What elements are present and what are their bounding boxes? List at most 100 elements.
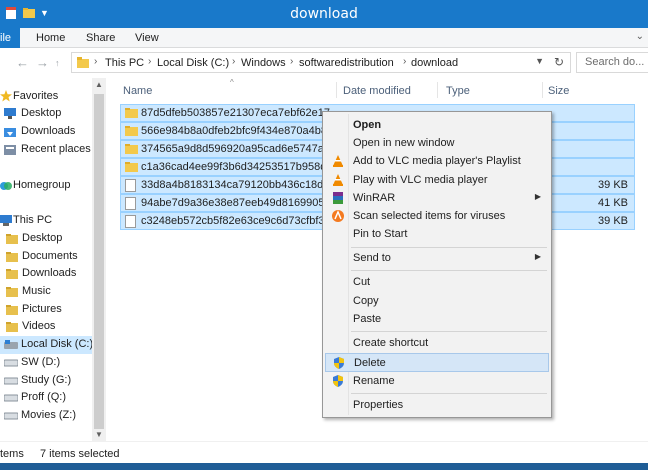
breadcrumb-this-pc[interactable]: This PC	[105, 57, 144, 69]
forward-icon[interactable]: →	[36, 55, 49, 70]
menu-separator	[351, 270, 547, 271]
menu-item-delete[interactable]: Delete	[325, 353, 549, 372]
tab-home[interactable]: Home	[36, 32, 65, 44]
nav-favorites[interactable]: Favorites	[0, 88, 92, 106]
file-size: 39 KB	[598, 215, 628, 227]
vlc-icon	[333, 155, 343, 167]
file-icon	[125, 215, 136, 228]
folder-icon	[125, 144, 138, 154]
tab-view[interactable]: View	[135, 32, 159, 44]
menu-item-create-shortcut[interactable]: Create shortcut	[325, 334, 549, 353]
scroll-up-icon[interactable]: ▲	[95, 80, 103, 89]
breadcrumb-separator[interactable]: ›	[232, 56, 235, 67]
menu-separator	[351, 393, 547, 394]
column-divider[interactable]	[437, 82, 438, 98]
status-items-count: tems	[0, 448, 24, 460]
menu-item-copy[interactable]: Copy	[325, 292, 549, 311]
address-history-icon[interactable]: ▼	[535, 56, 544, 66]
computer-icon	[0, 215, 12, 226]
nav-music[interactable]: Music	[0, 283, 92, 301]
nav-study-g[interactable]: Study (G:)	[0, 372, 92, 390]
recent-icon	[4, 145, 16, 155]
file-name: 566e984b8a0dfeb2bfc9f434e870a4b8	[141, 125, 327, 137]
folder-icon	[125, 162, 138, 172]
scrollbar-thumb[interactable]	[94, 94, 104, 429]
file-size: 41 KB	[598, 197, 628, 209]
avast-icon	[332, 210, 344, 222]
expand-ribbon-icon[interactable]: ⌄	[636, 31, 644, 42]
nav-downloads[interactable]: Downloads	[0, 265, 92, 283]
downloads-icon	[4, 128, 16, 137]
column-divider[interactable]	[336, 82, 337, 98]
breadcrumb-windows[interactable]: Windows	[241, 57, 286, 69]
nav-sw-d[interactable]: SW (D:)	[0, 354, 92, 372]
menu-item-paste[interactable]: Paste	[325, 310, 549, 329]
file-name: 94abe7d9a36e38e87eeb49d81699059df18	[141, 197, 353, 209]
nav-recent-places[interactable]: Recent places	[0, 141, 92, 159]
shield-icon	[333, 375, 343, 387]
folder-icon	[125, 126, 138, 136]
menu-item-rename[interactable]: Rename	[325, 372, 549, 391]
tab-share[interactable]: Share	[86, 32, 115, 44]
nav-this-pc[interactable]: This PC	[0, 212, 92, 230]
breadcrumb-separator[interactable]: ›	[148, 56, 151, 67]
nav-desktop[interactable]: Desktop	[0, 230, 92, 248]
column-type[interactable]: Type	[446, 85, 470, 97]
status-bar: tems 7 items selected	[0, 441, 648, 463]
address-bar[interactable]: › This PC › Local Disk (C:) › Windows › …	[71, 52, 571, 73]
status-selected: 7 items selected	[40, 448, 120, 460]
column-date-modified[interactable]: Date modified	[343, 85, 411, 97]
column-name[interactable]: Name	[123, 85, 152, 97]
navigation-pane: Favorites Desktop Downloads Recent place…	[0, 78, 92, 441]
breadcrumb-separator[interactable]: ›	[290, 56, 293, 67]
drive-icon	[4, 377, 18, 385]
menu-item-play-vlc[interactable]: Play with VLC media player	[325, 171, 549, 190]
drive-icon	[4, 340, 18, 349]
nav-downloads-fav[interactable]: Downloads	[0, 123, 92, 141]
nav-pictures[interactable]: Pictures	[0, 301, 92, 319]
menu-item-add-vlc-playlist[interactable]: Add to VLC media player's Playlist	[325, 152, 549, 171]
desktop-icon	[4, 108, 16, 119]
scroll-down-icon[interactable]: ▼	[95, 430, 103, 439]
menu-item-cut[interactable]: Cut	[325, 273, 549, 292]
breadcrumb-download[interactable]: download	[411, 57, 458, 69]
breadcrumb-separator[interactable]: ›	[403, 56, 406, 67]
file-name: 374565a9d8d596920a95cad6e5747a4b	[141, 143, 337, 155]
file-icon	[125, 197, 136, 210]
column-size[interactable]: Size	[548, 85, 569, 97]
search-input[interactable]: Search do...	[576, 52, 648, 73]
back-icon[interactable]: ←	[16, 55, 29, 70]
menu-separator	[351, 247, 547, 248]
column-divider[interactable]	[542, 82, 543, 98]
menu-item-send-to[interactable]: Send to ▶	[325, 249, 549, 268]
folder-icon	[125, 108, 138, 118]
shield-icon	[334, 357, 344, 369]
menu-item-open-new-window[interactable]: Open in new window	[325, 134, 549, 153]
breadcrumb-local-disk[interactable]: Local Disk (C:)	[157, 57, 229, 69]
menu-item-winrar[interactable]: WinRAR ▶	[325, 189, 549, 208]
file-name: c1a36cad4ee99f3b6d34253517b958dc	[141, 161, 332, 173]
title-bar: ▼ download	[0, 0, 648, 28]
sort-ascending-icon: ^	[230, 78, 234, 87]
tab-file[interactable]: ile	[0, 28, 20, 48]
ribbon-tabs: ile Home Share View ⌄	[0, 28, 648, 48]
address-row: ← → ↑ › This PC › Local Disk (C:) › Wind…	[0, 49, 648, 77]
nav-homegroup[interactable]: Homegroup	[0, 177, 92, 195]
menu-item-properties[interactable]: Properties	[325, 396, 549, 415]
menu-item-scan-viruses[interactable]: Scan selected items for viruses	[325, 207, 549, 226]
menu-item-pin-to-start[interactable]: Pin to Start	[325, 225, 549, 244]
refresh-icon[interactable]: ↻	[554, 55, 564, 69]
nav-desktop-fav[interactable]: Desktop	[0, 105, 92, 123]
breadcrumb-softwaredistribution[interactable]: softwaredistribution	[299, 57, 394, 69]
nav-scrollbar[interactable]: ▲ ▼	[92, 78, 106, 441]
nav-proff-q[interactable]: Proff (Q:)	[0, 389, 92, 407]
nav-videos[interactable]: Videos	[0, 318, 92, 336]
nav-local-disk-c[interactable]: Local Disk (C:)	[0, 336, 92, 354]
window-title: download	[290, 6, 358, 22]
nav-movies-z[interactable]: Movies (Z:)	[0, 407, 92, 425]
menu-item-open[interactable]: Open	[325, 116, 549, 135]
submenu-arrow-icon: ▶	[534, 252, 541, 261]
breadcrumb-separator[interactable]: ›	[94, 56, 97, 67]
up-icon[interactable]: ↑	[55, 58, 60, 68]
nav-documents[interactable]: Documents	[0, 248, 92, 266]
